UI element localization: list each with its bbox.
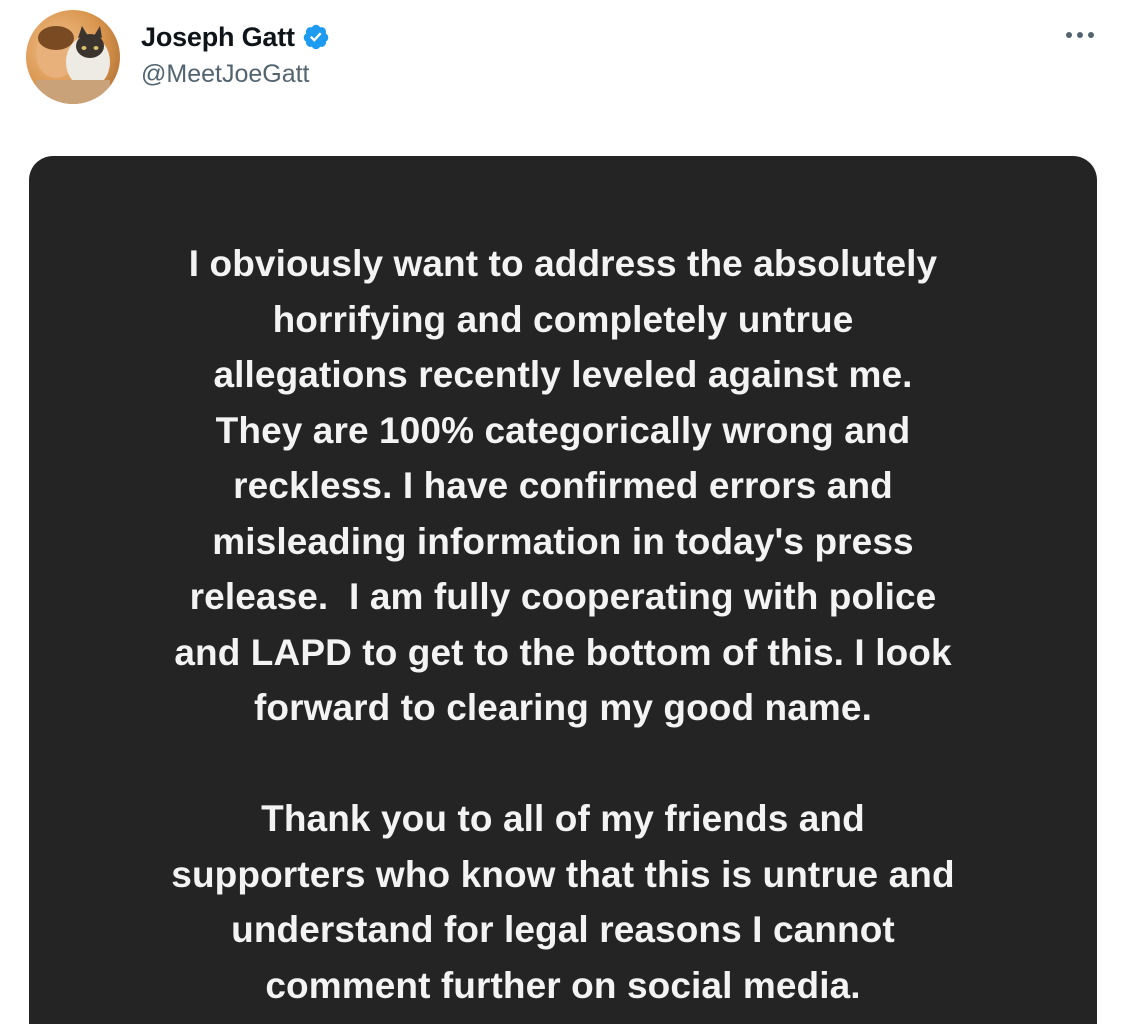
user-handle[interactable]: @MeetJoeGatt (141, 60, 310, 89)
statement-line: and LAPD to get to the bottom of this. I… (174, 631, 952, 673)
statement-line: forward to clearing my good name. (253, 687, 872, 728)
statement-line: They are 100% categorically wrong and (215, 409, 911, 451)
statement-line: understand for legal reasons I cannot (231, 909, 895, 950)
statement-text: I obviously want to address the absolute… (29, 236, 1097, 1013)
avatar-photo (26, 10, 120, 104)
statement-line: release. I am fully cooperating with pol… (189, 576, 937, 617)
statement-line: reckless. I have confirmed errors and (233, 465, 893, 506)
more-options-button[interactable] (1060, 20, 1100, 50)
verified-badge-icon (302, 23, 330, 51)
name-row: Joseph Gatt (141, 17, 330, 57)
statement-line: comment further on social media. (265, 964, 861, 1006)
statement-line: misleading information in today's press (212, 520, 914, 562)
tweet-header: Joseph Gatt @MeetJoeGatt (0, 0, 1132, 130)
statement-line: horrifying and completely untrue (272, 298, 854, 340)
avatar[interactable] (26, 10, 120, 104)
statement-line: I obviously want to address the absolute… (188, 243, 938, 284)
statement-line: supporters who know that this is untrue … (171, 853, 955, 895)
more-horizontal-icon (1066, 32, 1094, 38)
statement-image-card[interactable]: I obviously want to address the absolute… (29, 156, 1097, 1024)
display-name[interactable]: Joseph Gatt (141, 22, 295, 53)
statement-line: Thank you to all of my friends and (261, 798, 865, 839)
statement-line: allegations recently leveled against me. (213, 354, 913, 395)
